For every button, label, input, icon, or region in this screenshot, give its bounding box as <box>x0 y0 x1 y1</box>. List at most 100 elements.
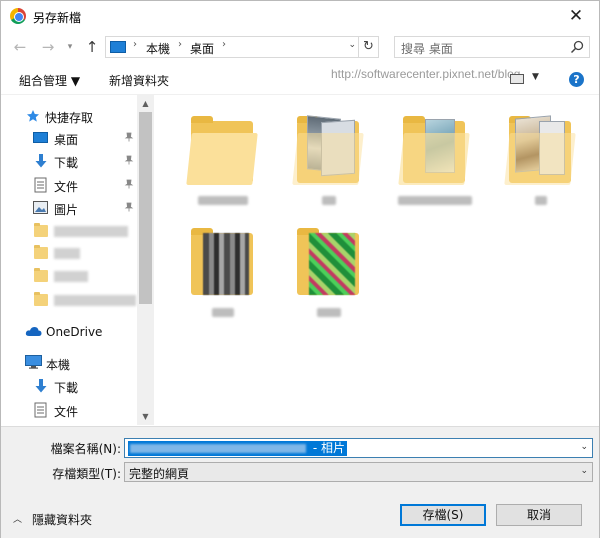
sidebar-item-folder[interactable] <box>1 290 137 312</box>
folder-tile[interactable] <box>175 109 271 213</box>
folder-tile[interactable] <box>281 109 377 213</box>
navigation-pane: 快捷存取 桌面 下載 文件 圖片 OneDrive 本機 下載 文件 <box>1 95 153 425</box>
sidebar-item-label: 快捷存取 <box>45 111 94 125</box>
pin-icon[interactable] <box>124 132 134 142</box>
search-input[interactable]: 搜尋 桌面 <box>401 40 453 57</box>
sidebar-item-onedrive[interactable]: OneDrive <box>1 321 137 343</box>
sidebar-item-pictures[interactable]: 圖片 <box>1 197 137 219</box>
folder-front <box>292 133 364 185</box>
hide-folders-button[interactable]: 隱藏資料夾 <box>32 511 92 528</box>
watermark-url: http://softwarecenter.pixnet.net/blog <box>331 67 521 81</box>
sidebar-scrollbar[interactable]: ▲ ▼ <box>137 95 154 425</box>
search-icon <box>570 40 584 54</box>
download-icon <box>35 379 47 393</box>
blurred-folder-name <box>281 307 377 320</box>
sidebar-item-desktop[interactable]: 桌面 <box>1 127 137 149</box>
folder-front <box>186 133 258 185</box>
sidebar-item-quick-access[interactable]: 快捷存取 <box>1 105 137 127</box>
scroll-up-button[interactable]: ▲ <box>137 95 154 112</box>
blurred-folder-name <box>281 195 377 208</box>
view-dropdown-icon[interactable]: ▼ <box>532 72 539 82</box>
folder-tile[interactable] <box>281 221 377 325</box>
file-list <box>155 95 599 425</box>
chevron-up-icon[interactable]: ︿ <box>13 512 22 525</box>
folder-front <box>398 133 470 185</box>
filename-suffix: - 相片 <box>309 441 345 455</box>
sidebar-item-pc-downloads[interactable]: 下載 <box>1 375 137 397</box>
cancel-button[interactable]: 取消 <box>496 504 582 526</box>
blurred-filename <box>130 444 306 453</box>
help-icon[interactable]: ? <box>569 72 584 87</box>
blurred-folder-name <box>387 195 483 208</box>
download-icon <box>35 154 47 168</box>
scroll-thumb[interactable] <box>139 112 152 304</box>
photo-thumbnail <box>203 233 249 295</box>
title-bar: 另存新檔 ✕ <box>1 1 599 31</box>
folder-icon <box>34 292 48 306</box>
new-folder-button[interactable]: 新增資料夾 <box>109 72 169 89</box>
folder-icon <box>34 268 48 282</box>
pin-icon[interactable] <box>124 202 134 212</box>
sidebar-item-downloads[interactable]: 下載 <box>1 150 137 172</box>
blurred-folder-name <box>54 271 88 282</box>
address-dropdown-icon[interactable]: ⌄ <box>348 40 356 50</box>
forward-button[interactable]: → <box>39 38 57 56</box>
pin-icon[interactable] <box>124 155 134 165</box>
pc-icon <box>110 41 126 53</box>
onedrive-icon <box>25 327 42 336</box>
star-icon <box>27 110 39 122</box>
sidebar-item-folder[interactable] <box>1 221 137 243</box>
breadcrumb-separator[interactable]: › <box>178 39 182 50</box>
breadcrumb-this-pc[interactable]: 本機 <box>146 40 170 57</box>
sidebar-item-label: 下載 <box>54 381 79 395</box>
folder-tile[interactable] <box>493 109 589 213</box>
sidebar-item-label: OneDrive <box>46 325 103 339</box>
blurred-folder-name <box>54 226 128 237</box>
command-bar: 組合管理 ▼ 新增資料夾 http://softwarecenter.pixne… <box>1 63 599 95</box>
blurred-folder-name <box>175 195 271 208</box>
up-button[interactable]: ↑ <box>83 38 101 56</box>
folder-tile[interactable] <box>175 221 271 325</box>
address-bar[interactable]: › 本機 › 桌面 › ⌄ ↻ <box>105 36 379 58</box>
pin-icon[interactable] <box>124 179 134 189</box>
scroll-down-button[interactable]: ▼ <box>137 408 154 425</box>
photo-thumbnail <box>309 233 355 295</box>
sidebar-item-documents[interactable]: 文件 <box>1 174 137 196</box>
filename-field[interactable]: - 相片 ⌄ <box>124 438 593 458</box>
organize-menu-button[interactable]: 組合管理 ▼ <box>19 72 80 89</box>
folder-icon <box>34 245 48 259</box>
blurred-folder-name <box>54 295 136 306</box>
filetype-select[interactable]: 完整的網頁 ⌄ <box>124 462 593 482</box>
sidebar-item-this-pc[interactable]: 本機 <box>1 352 137 374</box>
filename-selection[interactable]: - 相片 <box>128 441 347 456</box>
breadcrumb-desktop[interactable]: 桌面 <box>190 40 214 57</box>
chevron-down-icon[interactable]: ⌄ <box>580 466 588 476</box>
search-box[interactable]: 搜尋 桌面 <box>394 36 590 58</box>
sidebar-item-label: 本機 <box>46 358 71 372</box>
close-button[interactable]: ✕ <box>553 1 599 31</box>
save-button[interactable]: 存檔(S) <box>400 504 486 526</box>
breadcrumb-separator[interactable]: › <box>133 39 137 50</box>
save-options-panel: 檔案名稱(N): - 相片 ⌄ 存檔類型(T): 完整的網頁 ⌄ ︿ 隱藏資料夾… <box>1 426 599 538</box>
documents-icon <box>34 177 47 193</box>
window-title: 另存新檔 <box>33 11 82 25</box>
chevron-down-icon[interactable]: ⌄ <box>580 442 588 452</box>
back-button[interactable]: ← <box>11 38 29 56</box>
chrome-icon <box>10 8 26 24</box>
desktop-icon <box>33 132 48 143</box>
navigation-bar: ← → ▾ ↑ › 本機 › 桌面 › ⌄ ↻ 搜尋 桌面 <box>1 31 599 63</box>
view-options-icon[interactable] <box>510 74 524 84</box>
breadcrumb-separator[interactable]: › <box>222 39 226 50</box>
refresh-button[interactable]: ↻ <box>358 37 378 57</box>
filetype-label: 存檔類型(T): <box>52 467 121 481</box>
sidebar-item-folder[interactable] <box>1 266 137 288</box>
sidebar-item-label: 文件 <box>54 405 79 419</box>
folder-front <box>504 133 576 185</box>
sidebar-item-label: 桌面 <box>54 133 79 147</box>
recent-locations-button[interactable]: ▾ <box>61 38 79 56</box>
folder-tile[interactable] <box>387 109 483 213</box>
sidebar-item-label: 文件 <box>54 180 79 194</box>
sidebar-item-pc-documents[interactable]: 文件 <box>1 399 137 421</box>
save-as-dialog: 另存新檔 ✕ ← → ▾ ↑ › 本機 › 桌面 › ⌄ ↻ 搜尋 桌面 組合管… <box>0 0 600 538</box>
sidebar-item-folder[interactable] <box>1 243 137 265</box>
